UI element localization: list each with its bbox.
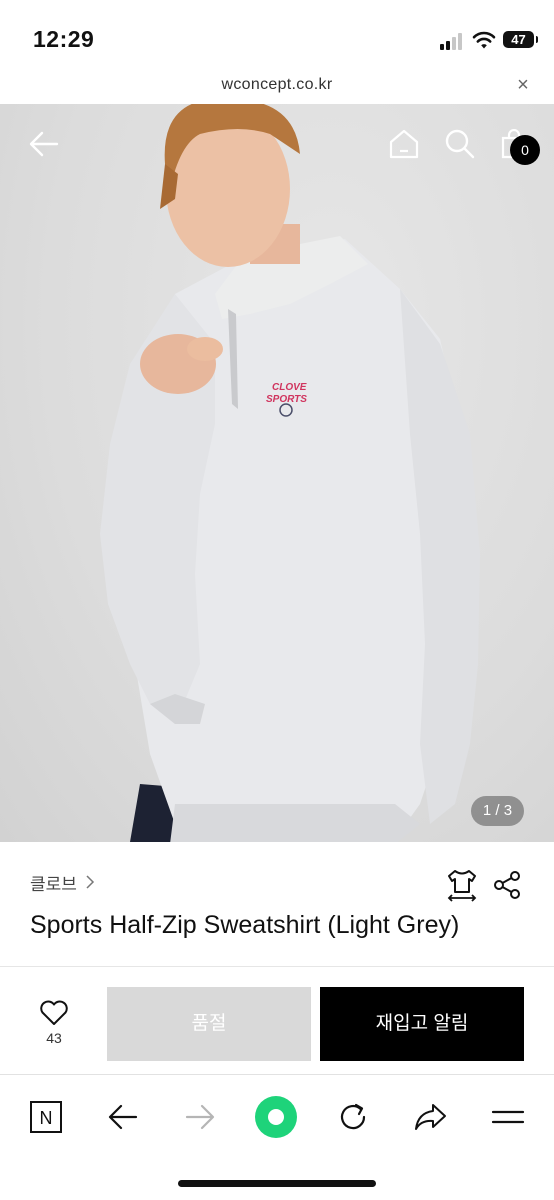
image-pager: 1 / 3 bbox=[471, 796, 524, 826]
home-button[interactable] bbox=[384, 124, 424, 164]
svg-text:N: N bbox=[40, 1108, 53, 1128]
product-title: Sports Half-Zip Sweatshirt (Light Grey) bbox=[30, 911, 460, 939]
menu-button[interactable] bbox=[486, 1095, 530, 1139]
brand-name[interactable]: 클로브 bbox=[30, 870, 77, 895]
menu-icon bbox=[491, 1110, 525, 1124]
home-indicator bbox=[178, 1180, 376, 1187]
home-icon bbox=[389, 129, 419, 159]
reload-button[interactable] bbox=[331, 1095, 375, 1139]
divider bbox=[0, 966, 554, 967]
size-guide-button[interactable] bbox=[445, 868, 479, 902]
heart-icon bbox=[40, 1000, 68, 1025]
arrow-left-icon bbox=[29, 131, 59, 157]
green-dot-icon bbox=[255, 1096, 297, 1138]
model-photo: CLOVE SPORTS bbox=[100, 104, 480, 842]
wifi-icon bbox=[472, 31, 496, 49]
wishlist-count: 43 bbox=[46, 1030, 62, 1046]
soldout-button: 품절 bbox=[107, 987, 311, 1061]
url-bar[interactable]: wconcept.co.kr × bbox=[0, 70, 554, 104]
arrow-left-icon bbox=[108, 1104, 138, 1130]
url-text[interactable]: wconcept.co.kr bbox=[0, 76, 554, 94]
back-button[interactable] bbox=[24, 124, 64, 164]
cellular-signal-icon bbox=[440, 32, 466, 50]
product-image[interactable]: CLOVE SPORTS 0 1 / 3 bbox=[0, 104, 554, 842]
status-time: 12:29 bbox=[33, 26, 95, 52]
logo-text-clove: CLOVE bbox=[272, 382, 307, 393]
close-icon[interactable]: × bbox=[514, 75, 532, 95]
forward-share-icon bbox=[415, 1104, 446, 1130]
naver-icon: N bbox=[30, 1101, 62, 1133]
browser-forward-button[interactable] bbox=[178, 1095, 222, 1139]
chevron-right-icon bbox=[86, 875, 94, 889]
browser-back-button[interactable] bbox=[101, 1095, 145, 1139]
cart-count-badge: 0 bbox=[510, 135, 540, 165]
search-icon bbox=[445, 129, 475, 159]
share-button[interactable] bbox=[492, 870, 522, 900]
reload-icon bbox=[340, 1103, 366, 1130]
restock-alert-button[interactable]: 재입고 알림 bbox=[320, 987, 524, 1061]
tshirt-size-icon bbox=[447, 870, 477, 902]
brand-link[interactable]: 클로브 bbox=[30, 870, 95, 894]
wishlist-button[interactable]: 43 bbox=[32, 1000, 76, 1052]
share-icon bbox=[494, 871, 520, 899]
search-button[interactable] bbox=[440, 124, 480, 164]
naver-home-button[interactable]: N bbox=[24, 1095, 68, 1139]
green-dot-button[interactable] bbox=[254, 1095, 298, 1139]
status-bar: 12:29 47 bbox=[0, 0, 554, 70]
battery-icon: 47 bbox=[503, 31, 538, 48]
arrow-right-icon bbox=[185, 1104, 215, 1130]
share-page-button[interactable] bbox=[408, 1095, 452, 1139]
